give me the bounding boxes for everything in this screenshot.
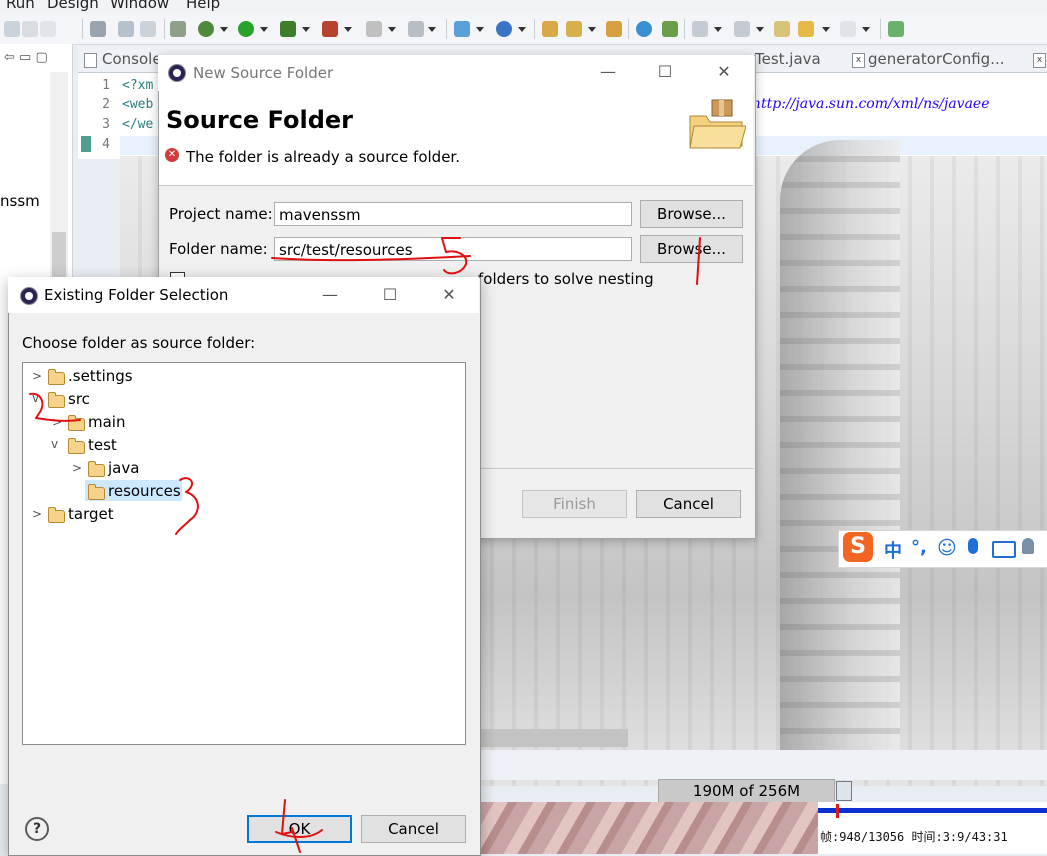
- annotation-3-stroke: [175, 477, 199, 535]
- annotation-4-stem: [291, 827, 301, 853]
- underline-annotation: [271, 255, 471, 262]
- red-annotation-layer: [29, 237, 701, 853]
- annotation-2-stroke: [29, 392, 81, 422]
- annotation-5-stroke: [441, 237, 468, 275]
- annotation-1-stroke: [696, 237, 701, 285]
- annotation-4-stroke: [281, 799, 293, 835]
